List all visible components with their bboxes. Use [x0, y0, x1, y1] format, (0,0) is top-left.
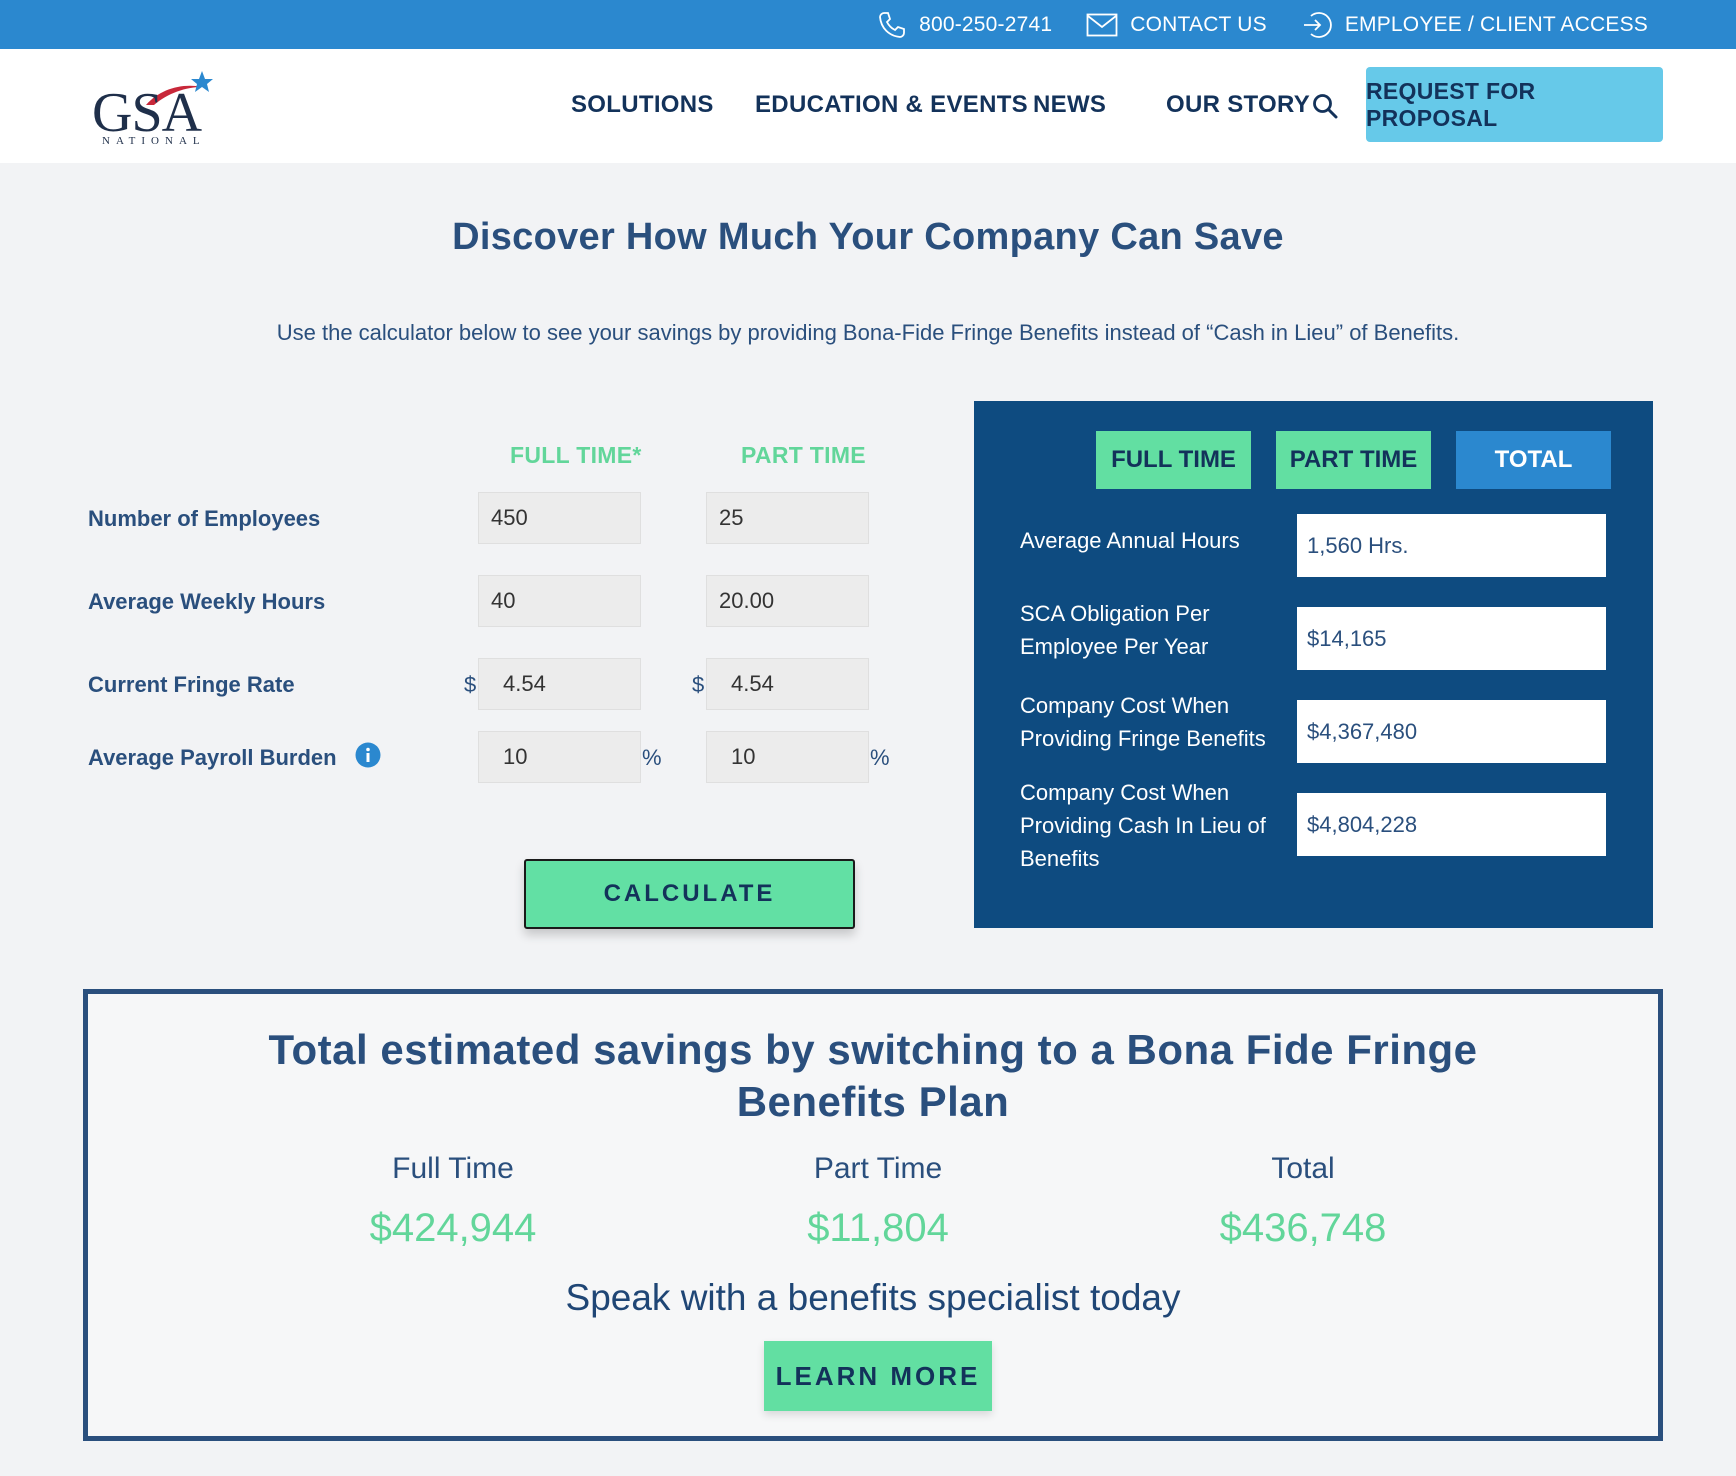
employees-full-time-input[interactable]	[491, 493, 640, 543]
phone-icon	[879, 11, 905, 38]
fringe-rate-part-time-input[interactable]	[731, 659, 868, 709]
weekly-hours-full-time-field[interactable]	[478, 575, 641, 627]
contact-label: CONTACT US	[1130, 12, 1267, 36]
savings-title: Total estimated savings by switching to …	[88, 1024, 1658, 1128]
weekly-hours-full-time-input[interactable]	[491, 576, 640, 626]
search-icon	[1313, 94, 1338, 119]
phone-link[interactable]: 800-250-2741	[877, 10, 1052, 40]
employees-part-time-field[interactable]	[706, 492, 869, 544]
savings-total-value: $436,748	[1219, 1206, 1387, 1250]
currency-symbol-full: $	[464, 672, 477, 697]
savings-part-time: Part Time $11,804	[698, 1152, 1058, 1251]
tab-full-time[interactable]: FULL TIME	[1096, 431, 1251, 489]
column-head-full-time: FULL TIME*	[510, 442, 642, 468]
result-label-cost-fringe: Company Cost When Providing Fringe Benef…	[1020, 693, 1266, 751]
savings-part-time-value: $11,804	[807, 1206, 949, 1250]
employees-full-time-field[interactable]	[478, 492, 641, 544]
savings-total-label: Total	[1271, 1152, 1335, 1185]
weekly-hours-part-time-field[interactable]	[706, 575, 869, 627]
fringe-rate-part-time-field[interactable]	[706, 658, 869, 710]
search-button[interactable]	[1312, 93, 1338, 124]
payroll-burden-part-time-input[interactable]	[731, 732, 868, 782]
result-label-sca-obligation: SCA Obligation Per Employee Per Year	[1020, 601, 1210, 659]
top-bar: 800-250-2741 CONTACT US EMPLOYEE / CLIEN…	[0, 0, 1736, 49]
payroll-burden-part-time-field[interactable]	[706, 731, 869, 783]
nav-our-story[interactable]: OUR STORY	[1166, 91, 1310, 119]
percent-symbol-part: %	[870, 745, 890, 770]
savings-part-time-label: Part Time	[813, 1152, 943, 1185]
learn-more-button[interactable]: LEARN MORE	[764, 1341, 992, 1411]
nav-education-events[interactable]: EDUCATION & EVENTS	[755, 91, 1028, 119]
payroll-burden-full-time-input[interactable]	[503, 732, 640, 782]
result-label-cost-cash: Company Cost When Providing Cash In Lieu…	[1020, 780, 1266, 871]
label-average-payroll-burden: Average Payroll Burden	[88, 745, 337, 770]
login-icon	[1303, 11, 1332, 38]
mail-icon	[1086, 13, 1118, 36]
tab-part-time[interactable]: PART TIME	[1276, 431, 1431, 489]
savings-title-line1: Total estimated savings by switching to …	[268, 1026, 1478, 1073]
result-value-cost-cash: $4,804,228	[1297, 793, 1606, 856]
savings-full-time-value: $424,944	[369, 1206, 537, 1250]
fringe-rate-full-time-field[interactable]	[478, 658, 641, 710]
site-header: GSA NATIONAL SOLUTIONS EDUCATION & EVENT…	[0, 49, 1736, 163]
column-head-part-time: PART TIME	[741, 442, 866, 468]
savings-full-time: Full Time $424,944	[273, 1152, 633, 1251]
savings-full-time-label: Full Time	[392, 1152, 514, 1185]
result-label-annual-hours: Average Annual Hours	[1020, 528, 1240, 553]
label-number-of-employees: Number of Employees	[88, 506, 321, 531]
savings-title-line2: Benefits Plan	[736, 1078, 1010, 1125]
label-current-fringe-rate: Current Fringe Rate	[88, 672, 295, 697]
label-average-weekly-hours: Average Weekly Hours	[88, 589, 326, 614]
info-icon[interactable]	[355, 742, 381, 768]
result-value-cost-fringe: $4,367,480	[1297, 700, 1606, 763]
tab-total[interactable]: TOTAL	[1456, 431, 1611, 489]
result-value-sca-obligation: $14,165	[1297, 607, 1606, 670]
contact-link[interactable]: CONTACT US	[1086, 13, 1267, 37]
savings-total: Total $436,748	[1123, 1152, 1483, 1251]
access-label: EMPLOYEE / CLIENT ACCESS	[1344, 12, 1648, 36]
nav-solutions[interactable]: SOLUTIONS	[571, 91, 714, 119]
specialist-cta-text: Speak with a benefits specialist today	[565, 1277, 1181, 1318]
request-for-proposal-button[interactable]: REQUEST FOR PROPOSAL	[1366, 67, 1663, 142]
employees-part-time-input[interactable]	[719, 493, 868, 543]
access-link[interactable]: EMPLOYEE / CLIENT ACCESS	[1301, 10, 1648, 40]
result-value-annual-hours: 1,560 Hrs.	[1297, 514, 1606, 577]
savings-box: Total estimated savings by switching to …	[83, 989, 1663, 1441]
payroll-burden-full-time-field[interactable]	[478, 731, 641, 783]
percent-symbol-full: %	[642, 745, 662, 770]
intro-text: Use the calculator below to see your sav…	[276, 320, 1460, 345]
page-title: Discover How Much Your Company Can Save	[452, 216, 1284, 258]
fringe-rate-full-time-input[interactable]	[503, 659, 640, 709]
nav-news[interactable]: NEWS	[1033, 91, 1106, 119]
currency-symbol-part: $	[692, 672, 705, 697]
results-panel: FULL TIME PART TIME TOTAL Average Annual…	[974, 401, 1653, 928]
phone-number: 800-250-2741	[919, 12, 1053, 36]
weekly-hours-part-time-input[interactable]	[719, 576, 868, 626]
calculate-button[interactable]: CALCULATE	[524, 859, 855, 929]
